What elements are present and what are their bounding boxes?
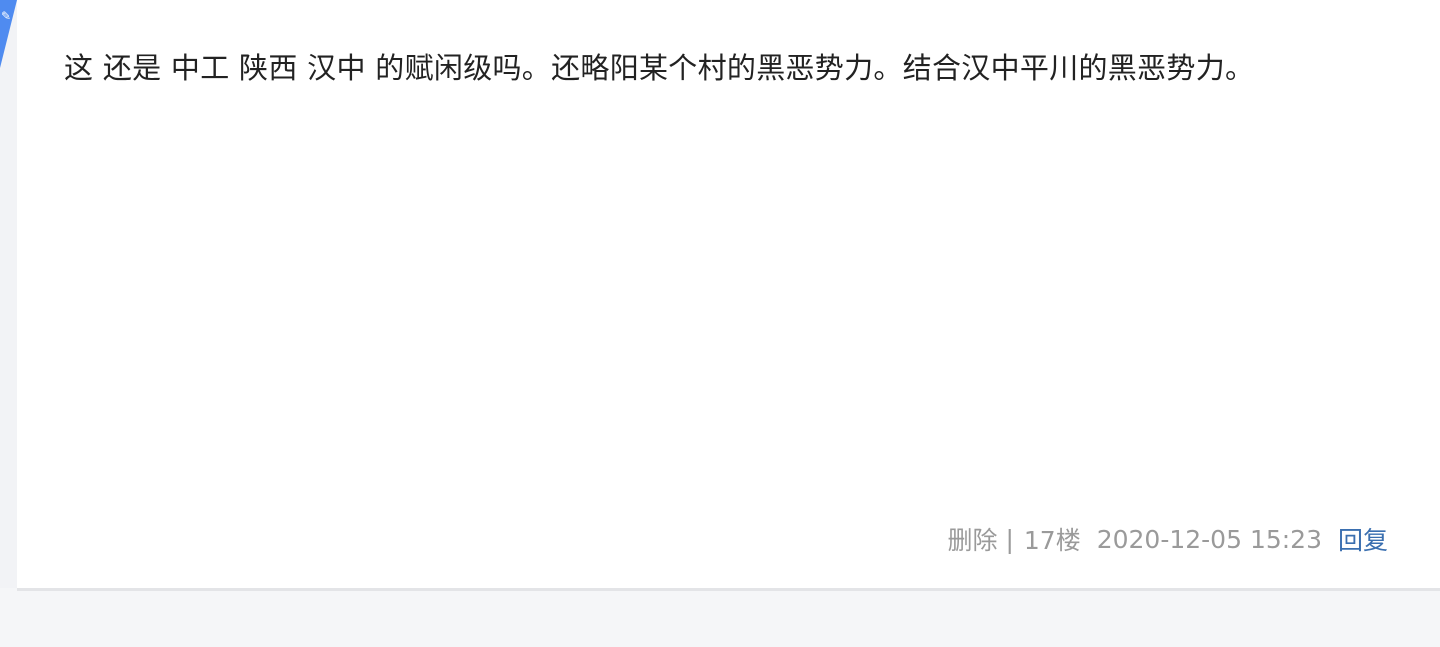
post-content: 这 还是 中工 陕西 汉中 的赋闲级吗。还略阳某个村的黑恶势力。结合汉中平川的黑… [64, 51, 1255, 85]
left-gutter: ✎ [0, 0, 17, 588]
reply-button[interactable]: 回复 [1338, 521, 1388, 557]
post-card: 这 还是 中工 陕西 汉中 的赋闲级吗。还略阳某个村的黑恶势力。结合汉中平川的黑… [17, 0, 1440, 591]
post-meta: 删除 | 17楼 2020-12-05 15:23 回复 [947, 521, 1388, 557]
delete-button[interactable]: 删除 [947, 521, 997, 557]
meta-separator: | [1005, 524, 1014, 554]
page: ✎ 这 还是 中工 陕西 汉中 的赋闲级吗。还略阳某个村的黑恶势力。结合汉中平川… [0, 0, 1440, 647]
corner-badge: ✎ [0, 0, 17, 68]
floor-number: 17楼 [1023, 526, 1081, 555]
post-timestamp: 2020-12-05 15:23 [1096, 524, 1322, 554]
pin-icon: ✎ [1, 9, 12, 23]
